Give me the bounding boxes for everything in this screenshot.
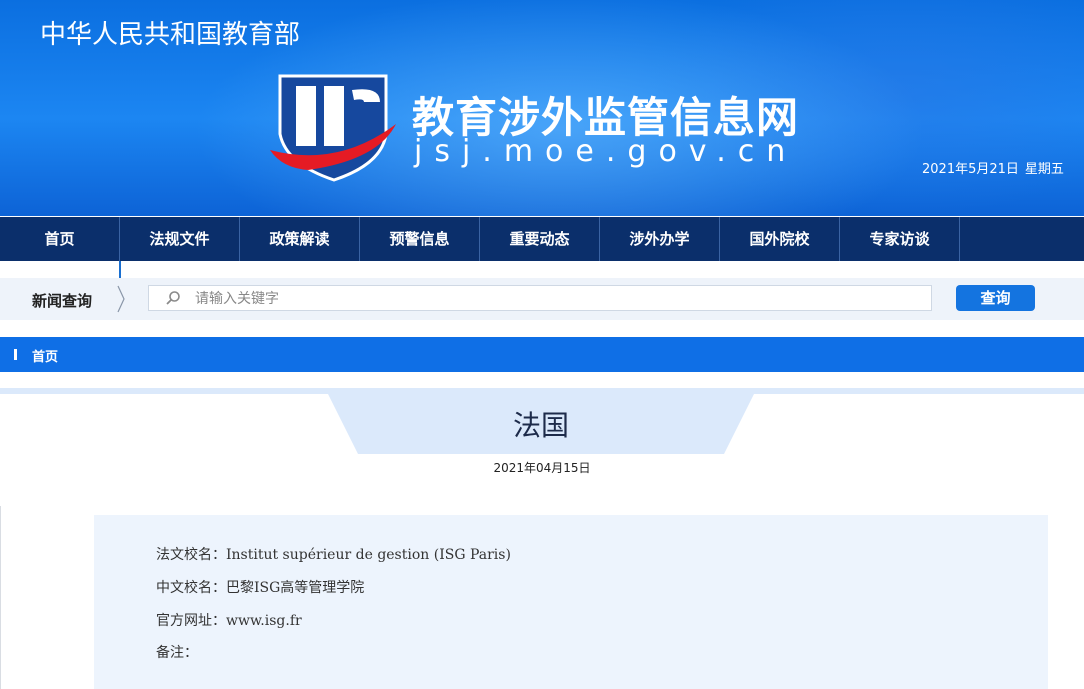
active-nav-marker bbox=[119, 261, 121, 278]
nav-item-policy-interpretation[interactable]: 政策解读 bbox=[240, 217, 360, 261]
nav-item-news[interactable]: 重要动态 bbox=[480, 217, 600, 261]
site-domain: jsj.moe.gov.cn bbox=[414, 134, 798, 169]
news-search-bar: 新闻查询 查询 bbox=[0, 278, 1084, 320]
article-content: 法文校名：Institut supérieur de gestion (ISG … bbox=[94, 515, 1048, 689]
breadcrumb-marker bbox=[14, 349, 17, 360]
current-date: 2021年5月21日 星期五 bbox=[922, 158, 1064, 177]
weekday-text: 星期五 bbox=[1024, 162, 1064, 177]
nav-item-expert-interviews[interactable]: 专家访谈 bbox=[840, 217, 960, 261]
site-logo[interactable] bbox=[268, 72, 398, 182]
nav-item-foreign-schools[interactable]: 国外院校 bbox=[720, 217, 840, 261]
search-button[interactable]: 查询 bbox=[956, 285, 1035, 311]
official-website: 官方网址：www.isg.fr bbox=[156, 613, 302, 629]
chevron-right-icon bbox=[117, 285, 125, 313]
article-title: 法国 bbox=[512, 409, 569, 442]
site-banner: 中华人民共和国教育部 教育涉外监管信息网 jsj.moe.gov.cn 2021… bbox=[0, 0, 1084, 216]
divider bbox=[0, 506, 1, 689]
ministry-name: 中华人民共和国教育部 bbox=[40, 20, 301, 50]
breadcrumb-home-link[interactable]: 首页 bbox=[32, 346, 58, 365]
french-school-name: 法文校名：Institut supérieur de gestion (ISG … bbox=[156, 547, 511, 563]
nav-item-regulations[interactable]: 法规文件 bbox=[120, 217, 240, 261]
breadcrumb: 首页 bbox=[0, 337, 1084, 372]
main-nav: 首页 法规文件 政策解读 预警信息 重要动态 涉外办学 国外院校 专家访谈 bbox=[0, 217, 1084, 261]
remarks: 备注： bbox=[156, 645, 198, 661]
nav-item-warnings[interactable]: 预警信息 bbox=[360, 217, 480, 261]
search-box bbox=[148, 285, 932, 311]
search-input[interactable] bbox=[195, 286, 915, 310]
news-search-label: 新闻查询 bbox=[32, 292, 93, 310]
nav-item-foreign-education[interactable]: 涉外办学 bbox=[600, 217, 720, 261]
article-date: 2021年04月15日 bbox=[493, 461, 591, 475]
date-text: 2021年5月21日 bbox=[922, 162, 1019, 177]
chinese-school-name: 中文校名：巴黎ISG高等管理学院 bbox=[156, 580, 365, 596]
search-icon bbox=[166, 291, 180, 305]
nav-item-home[interactable]: 首页 bbox=[0, 217, 120, 261]
